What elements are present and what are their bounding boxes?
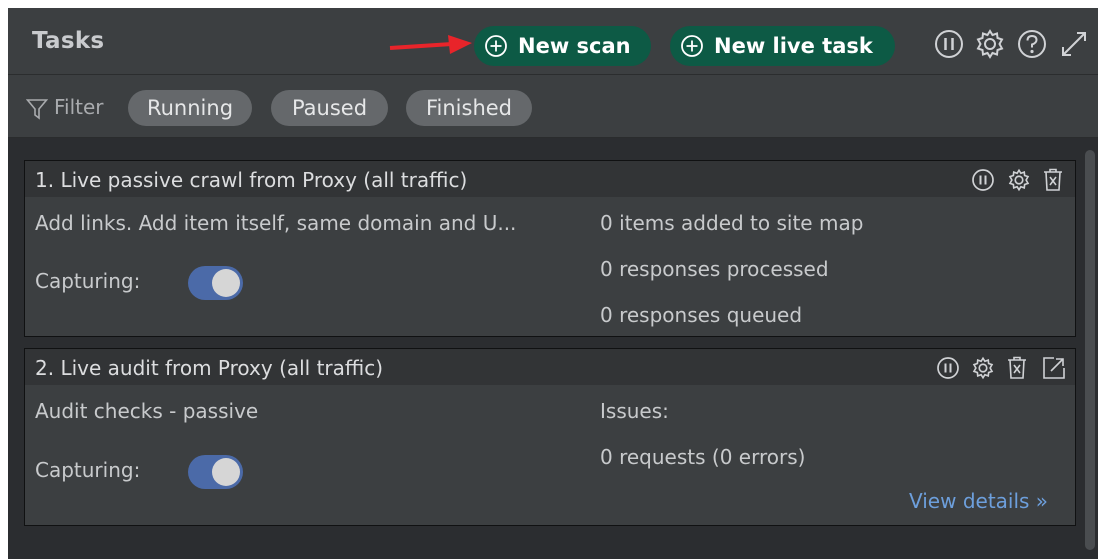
task-description: Audit checks - passive	[35, 399, 259, 423]
toggle-knob	[212, 458, 240, 486]
delete-icon[interactable]	[1006, 356, 1028, 380]
toggle-knob	[212, 269, 240, 297]
stat-responses-queued: 0 responses queued	[600, 303, 803, 327]
task-title: 2. Live audit from Proxy (all traffic)	[35, 356, 384, 380]
filter-label: Filter	[54, 95, 104, 119]
task-description: Add links. Add item itself, same domain …	[35, 211, 517, 235]
task-header: 1. Live passive crawl from Proxy (all tr…	[25, 161, 1075, 197]
pause-icon[interactable]	[936, 356, 960, 380]
plus-circle-icon	[485, 35, 507, 57]
filter-bar: Filter Running Paused Finished	[8, 75, 1098, 138]
filter-chip-running[interactable]: Running	[128, 90, 252, 126]
gear-icon[interactable]	[971, 356, 995, 380]
help-icon[interactable]	[1016, 28, 1048, 60]
new-live-task-label: New live task	[714, 34, 873, 58]
red-arrow-annotation	[389, 35, 472, 54]
capturing-label: Capturing:	[35, 458, 141, 482]
capturing-toggle[interactable]	[188, 266, 243, 300]
task-card[interactable]: 2. Live audit from Proxy (all traffic) A…	[24, 348, 1076, 526]
capturing-label: Capturing:	[35, 269, 141, 293]
tasks-panel: Tasks New scan New live task Filter Runn…	[8, 8, 1098, 559]
stat-requests: 0 requests (0 errors)	[600, 445, 806, 469]
gear-icon[interactable]	[974, 28, 1006, 60]
task-header: 2. Live audit from Proxy (all traffic)	[25, 349, 1075, 385]
pause-icon[interactable]	[933, 28, 965, 60]
scrollbar[interactable]	[1085, 150, 1095, 550]
plus-circle-icon	[681, 35, 703, 57]
expand-icon[interactable]	[1058, 28, 1090, 60]
open-external-icon[interactable]	[1042, 356, 1066, 380]
stat-site-map: 0 items added to site map	[600, 211, 864, 235]
gear-icon[interactable]	[1007, 168, 1031, 192]
view-details-link[interactable]: View details »	[909, 489, 1048, 513]
tasks-header: Tasks New scan New live task	[8, 8, 1098, 75]
new-scan-button[interactable]: New scan	[474, 26, 651, 66]
task-list: 1. Live passive crawl from Proxy (all tr…	[8, 138, 1098, 559]
stat-responses-processed: 0 responses processed	[600, 257, 829, 281]
pause-icon[interactable]	[971, 168, 995, 192]
filter-chip-finished[interactable]: Finished	[406, 90, 532, 126]
new-scan-label: New scan	[518, 34, 631, 58]
filter-icon[interactable]	[26, 98, 48, 120]
delete-icon[interactable]	[1042, 168, 1064, 192]
panel-title: Tasks	[32, 28, 105, 54]
task-title: 1. Live passive crawl from Proxy (all tr…	[35, 168, 468, 192]
new-live-task-button[interactable]: New live task	[670, 26, 895, 66]
capturing-toggle[interactable]	[188, 455, 243, 489]
task-card[interactable]: 1. Live passive crawl from Proxy (all tr…	[24, 160, 1076, 337]
filter-chip-paused[interactable]: Paused	[271, 90, 388, 126]
stat-issues: Issues:	[600, 399, 669, 423]
